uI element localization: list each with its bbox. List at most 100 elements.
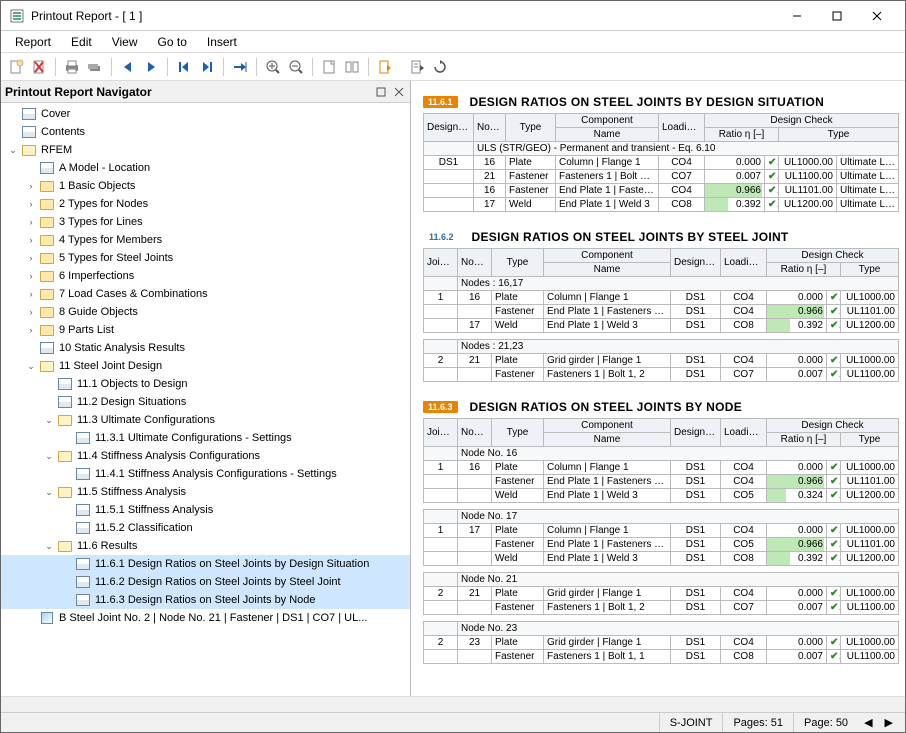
menu-goto[interactable]: Go to: [148, 33, 197, 51]
tree-item[interactable]: ›5 Types for Steel Joints: [1, 249, 410, 267]
report-pane[interactable]: 11.6.1 DESIGN RATIOS ON STEEL JOINTS BY …: [411, 81, 905, 696]
twisty-icon[interactable]: ⌄: [43, 540, 55, 552]
tree-item[interactable]: 11.4.1 Stiffness Analysis Configurations…: [1, 465, 410, 483]
tree-item[interactable]: Cover: [1, 105, 410, 123]
print-icon[interactable]: [61, 56, 83, 78]
delete-report-icon[interactable]: [28, 56, 50, 78]
tree-item[interactable]: ›6 Imperfections: [1, 267, 410, 285]
tree-item-label: 11.6.3 Design Ratios on Steel Joints by …: [95, 594, 316, 606]
twisty-icon[interactable]: ›: [25, 198, 37, 210]
tree-item[interactable]: 11.3.1 Ultimate Configurations - Setting…: [1, 429, 410, 447]
tree-item[interactable]: 11.1 Objects to Design: [1, 375, 410, 393]
two-page-icon[interactable]: [341, 56, 363, 78]
tree-item[interactable]: 11.5.1 Stiffness Analysis: [1, 501, 410, 519]
close-button[interactable]: [857, 2, 897, 30]
zoom-in-icon[interactable]: [262, 56, 284, 78]
table-icon: [75, 593, 91, 607]
table-row: 17WeldEnd Plate 1 | Weld 3CO80.392✔UL120…: [424, 198, 899, 212]
new-report-icon[interactable]: [5, 56, 27, 78]
tree-item[interactable]: ⌄ RFEM: [1, 141, 410, 159]
twisty-icon: [61, 576, 73, 588]
tree-item[interactable]: 11.2 Design Situations: [1, 393, 410, 411]
print-multi-icon[interactable]: [84, 56, 106, 78]
twisty-icon[interactable]: ⌄: [7, 144, 19, 156]
twisty-icon[interactable]: ›: [25, 216, 37, 228]
tree-item[interactable]: ›1 Basic Objects: [1, 177, 410, 195]
pin-icon[interactable]: [374, 85, 388, 99]
menu-insert[interactable]: Insert: [197, 33, 247, 51]
tree-item[interactable]: ⌄11.6 Results: [1, 537, 410, 555]
tree-item[interactable]: ›4 Types for Members: [1, 231, 410, 249]
twisty-icon: [7, 126, 19, 138]
edit-report-icon[interactable]: [406, 56, 428, 78]
page-layout-icon[interactable]: [318, 56, 340, 78]
tree-item[interactable]: 11.6.3 Design Ratios on Steel Joints by …: [1, 591, 410, 609]
table-row: FastenerFasteners 1 | Bolt 1, 2DS1CO70.0…: [424, 368, 899, 382]
img-icon: [39, 611, 55, 625]
tree-item[interactable]: ›8 Guide Objects: [1, 303, 410, 321]
table-row: FastenerFasteners 1 | Bolt 1, 1DS1CO80.0…: [424, 650, 899, 664]
table-icon: [75, 503, 91, 517]
twisty-icon[interactable]: ⌄: [43, 414, 55, 426]
tree-item[interactable]: ⌄ 11 Steel Joint Design: [1, 357, 410, 375]
goto-page-icon[interactable]: [229, 56, 251, 78]
twisty-icon: [61, 504, 73, 516]
twisty-icon[interactable]: ›: [25, 324, 37, 336]
twisty-icon: [61, 432, 73, 444]
tree-item[interactable]: › 3 Types for Lines: [1, 213, 410, 231]
twisty-icon[interactable]: ›: [25, 270, 37, 282]
tree-item[interactable]: ›2 Types for Nodes: [1, 195, 410, 213]
horizontal-scrollbar[interactable]: [1, 696, 905, 712]
twisty-icon: [25, 162, 37, 174]
tree-item-label: 11.5.2 Classification: [95, 522, 193, 534]
maximize-button[interactable]: [817, 2, 857, 30]
close-panel-icon[interactable]: [392, 85, 406, 99]
status-prev-icon[interactable]: ◀: [858, 716, 878, 729]
menu-view[interactable]: View: [102, 33, 148, 51]
twisty-icon[interactable]: ⌄: [25, 360, 37, 372]
tree-item[interactable]: 11.5.2 Classification: [1, 519, 410, 537]
tree-item-label: 11 Steel Joint Design: [59, 360, 162, 372]
table-icon: [75, 467, 91, 481]
table-row: FastenerFasteners 1 | Bolt 1, 2DS1CO70.0…: [424, 601, 899, 615]
tree-item[interactable]: ⌄11.4 Stiffness Analysis Configurations: [1, 447, 410, 465]
status-next-icon[interactable]: ▶: [879, 716, 899, 729]
table-group: Joint No.Node No.TypeComponentDesign Sit…: [423, 248, 899, 333]
section-title: DESIGN RATIOS ON STEEL JOINTS BY NODE: [470, 400, 742, 414]
nav-prev-icon[interactable]: [117, 56, 139, 78]
table-row: 117PlateColumn | Flange 1DS1CO40.000✔UL1…: [424, 524, 899, 538]
twisty-icon[interactable]: ›: [25, 252, 37, 264]
twisty-icon[interactable]: ›: [25, 288, 37, 300]
tree-item[interactable]: 11.6.1 Design Ratios on Steel Joints by …: [1, 555, 410, 573]
twisty-icon[interactable]: ⌄: [43, 486, 55, 498]
section-tag: 11.6.3: [423, 401, 458, 413]
nav-first-icon[interactable]: [173, 56, 195, 78]
tree-item[interactable]: ⌄11.5 Stiffness Analysis: [1, 483, 410, 501]
export-icon[interactable]: [374, 56, 396, 78]
tree-item[interactable]: Contents: [1, 123, 410, 141]
tree-item[interactable]: B Steel Joint No. 2 | Node No. 21 | Fast…: [1, 609, 410, 627]
twisty-icon[interactable]: ›: [25, 234, 37, 246]
twisty-icon[interactable]: ⌄: [43, 450, 55, 462]
tree-item-label: RFEM: [41, 144, 72, 156]
minimize-button[interactable]: [777, 2, 817, 30]
twisty-icon: [43, 396, 55, 408]
nav-last-icon[interactable]: [196, 56, 218, 78]
nav-next-icon[interactable]: [140, 56, 162, 78]
section-title: DESIGN RATIOS ON STEEL JOINTS BY DESIGN …: [470, 95, 825, 109]
tree-item[interactable]: 10 Static Analysis Results: [1, 339, 410, 357]
tree-item[interactable]: ›9 Parts List: [1, 321, 410, 339]
twisty-icon[interactable]: ›: [25, 306, 37, 318]
table-icon: [39, 341, 55, 355]
tree-item[interactable]: ⌄11.3 Ultimate Configurations: [1, 411, 410, 429]
tree-item[interactable]: A Model - Location: [1, 159, 410, 177]
tree-item[interactable]: ›7 Load Cases & Combinations: [1, 285, 410, 303]
navigator-tree[interactable]: CoverContents ⌄ RFEM A Model - Location›1 B…: [1, 103, 410, 696]
tree-item-label: 3 Types for Lines: [59, 216, 143, 228]
tree-item[interactable]: 11.6.2 Design Ratios on Steel Joints by …: [1, 573, 410, 591]
twisty-icon[interactable]: ›: [25, 180, 37, 192]
zoom-out-icon[interactable]: [285, 56, 307, 78]
refresh-icon[interactable]: [429, 56, 451, 78]
menu-edit[interactable]: Edit: [61, 33, 102, 51]
menu-report[interactable]: Report: [5, 33, 61, 51]
